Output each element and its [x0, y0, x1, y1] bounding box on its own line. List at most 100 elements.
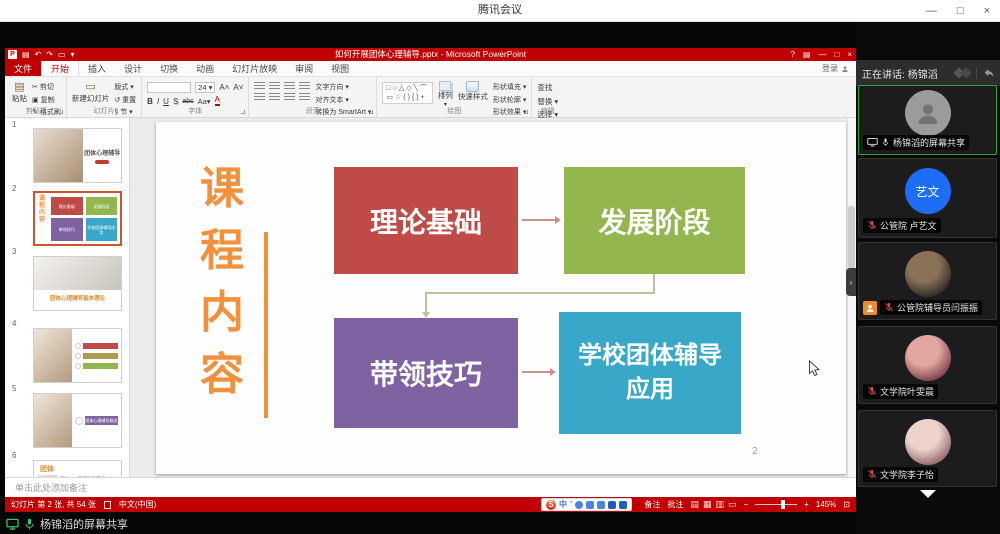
participant-tile-4[interactable]: 文学院叶雯晨	[858, 326, 997, 404]
dialog-launcher-icon[interactable]	[59, 110, 63, 114]
align-center-icon[interactable]	[269, 93, 280, 101]
shrink-font-button[interactable]: A˅	[233, 83, 243, 92]
slide-vertical-title[interactable]: 课程内容	[200, 158, 244, 406]
slide-box-application[interactable]: 学校团体辅导应用	[559, 312, 741, 434]
grow-font-button[interactable]: A˄	[219, 83, 229, 92]
minimize-icon[interactable]: —	[926, 5, 937, 17]
emoji-icon[interactable]	[575, 501, 583, 509]
dialog-launcher-icon[interactable]	[241, 110, 245, 114]
qat-customize-caret-icon[interactable]: ▾	[71, 48, 75, 61]
input-method-bar[interactable]: S 中 ’	[541, 498, 632, 511]
align-left-icon[interactable]	[254, 93, 265, 101]
participant-tile-1[interactable]: 杨锦滔的屏幕共享	[858, 85, 997, 155]
reset-button[interactable]: ↺ 重置	[114, 95, 136, 105]
zoom-slider[interactable]	[755, 504, 797, 505]
normal-view-icon[interactable]: ▤	[690, 500, 699, 509]
fit-to-window-icon[interactable]: ⊡	[843, 500, 850, 509]
tab-设计[interactable]: 设计	[115, 61, 151, 76]
ppt-restore-icon[interactable]: □	[834, 48, 839, 61]
italic-button[interactable]: I	[157, 97, 159, 106]
collapse-panel-icon[interactable]	[983, 68, 994, 78]
skin-icon[interactable]	[619, 501, 627, 509]
toolbox-icon[interactable]	[608, 501, 616, 509]
reading-view-icon[interactable]: ▥	[715, 500, 724, 509]
zoom-slider-thumb[interactable]	[781, 500, 785, 509]
slideshow-view-icon[interactable]: ▭	[728, 500, 737, 509]
slide-canvas[interactable]: 课程内容 理论基础 发展阶段 带领技巧 学校团体辅导应用	[156, 122, 846, 474]
scrollbar-thumb[interactable]	[848, 206, 855, 270]
tab-审阅[interactable]: 审阅	[286, 61, 322, 76]
slide-sorter-icon[interactable]: ▦	[703, 500, 712, 509]
zoom-level[interactable]: 145%	[816, 500, 836, 509]
language-indicator[interactable]: 中文(中国)	[119, 499, 156, 510]
text-shadow-button[interactable]: S	[173, 97, 178, 106]
ppt-minimize-icon[interactable]: —	[818, 48, 826, 61]
participant-tile-2[interactable]: 艺文公管院 卢艺文	[858, 158, 997, 238]
shapes-gallery[interactable]: □○△◇╲⌒ ▭☆(){}+	[382, 82, 432, 104]
zoom-out-icon[interactable]: −	[743, 500, 748, 509]
participant-tile-3[interactable]: 公管院辅导员闫振振	[858, 242, 997, 320]
gallery-view-icon[interactable]	[960, 67, 971, 78]
justify-icon[interactable]	[299, 93, 310, 101]
numbering-icon[interactable]	[269, 82, 280, 90]
font-size-box[interactable]: 24 ▾	[195, 82, 215, 93]
save-icon[interactable]: ▤	[22, 48, 30, 61]
dialog-launcher-icon[interactable]	[369, 110, 373, 114]
slide-thumbnail-5[interactable]: 团体心理辅导概述	[33, 393, 122, 448]
powerpoint-logo-icon[interactable]: P	[8, 50, 17, 59]
sidebar-collapse-handle[interactable]: ›	[846, 268, 856, 296]
sogou-logo-icon[interactable]: S	[546, 500, 556, 510]
slide-thumbnail-3[interactable]: 团体心理辅导基本理论	[33, 256, 122, 311]
text-direction-button[interactable]: 文字方向 ▾	[315, 82, 371, 92]
tab-切换[interactable]: 切换	[151, 61, 187, 76]
scroll-down-arrow[interactable]	[856, 490, 1000, 498]
notes-pane[interactable]: 单击此处添加备注	[5, 477, 856, 497]
start-slideshow-icon[interactable]: ▭	[58, 48, 66, 61]
layout-button[interactable]: 版式 ▾	[114, 82, 136, 92]
bold-button[interactable]: B	[147, 97, 153, 106]
slide-box-stages[interactable]: 发展阶段	[564, 167, 745, 274]
editor-scrollbar[interactable]	[847, 118, 856, 477]
slide-box-skills[interactable]: 带领技巧	[334, 318, 518, 428]
align-text-button[interactable]: 对齐文本 ▾	[315, 95, 371, 105]
shape-fill-button[interactable]: 形状填充 ▾	[493, 82, 526, 92]
shape-outline-button[interactable]: 形状轮廓 ▾	[493, 95, 526, 105]
keyboard-icon[interactable]	[597, 501, 605, 509]
undo-icon[interactable]: ↶	[35, 48, 42, 61]
font-color-button[interactable]: A	[215, 96, 220, 106]
paste-button[interactable]: ▤ 粘贴	[12, 80, 27, 103]
replace-button[interactable]: 替换 ▾	[537, 96, 558, 107]
close-icon[interactable]: ×	[984, 5, 990, 17]
comments-toggle-button[interactable]: 批注	[667, 499, 683, 510]
punctuation-icon[interactable]: ’	[570, 500, 572, 510]
find-button[interactable]: 查找	[537, 82, 558, 93]
chinese-mode-icon[interactable]: 中	[559, 500, 567, 510]
slide-box-theory[interactable]: 理论基础	[334, 167, 518, 274]
cut-button[interactable]: ✂ 剪切	[32, 82, 61, 92]
indent-decrease-icon[interactable]	[284, 82, 295, 90]
tab-幻灯片放映[interactable]: 幻灯片放映	[223, 61, 286, 76]
zoom-in-icon[interactable]: +	[804, 500, 809, 509]
strikethrough-button[interactable]: abc	[182, 98, 193, 105]
copy-button[interactable]: ▣ 复制	[32, 95, 61, 105]
slide-thumbnail-1[interactable]: 团体心理辅导	[33, 128, 122, 183]
notes-toggle-button[interactable]: 备注	[644, 499, 660, 510]
tab-插入[interactable]: 插入	[79, 61, 115, 76]
slide-thumbnail-2[interactable]: 课程内容理论基础发展阶段带领技巧学校团体辅导应用	[33, 191, 122, 246]
slide-thumbnail-6[interactable]: 团体团体：一般而言指两个以上的人组成，为了达到共同的目标，彼此相互依赖与互动的人…	[33, 460, 122, 477]
indent-increase-icon[interactable]	[299, 82, 310, 90]
ribbon-display-icon[interactable]: ▤	[803, 48, 811, 61]
font-name-box[interactable]	[147, 82, 191, 93]
align-right-icon[interactable]	[284, 93, 295, 101]
participant-tile-5[interactable]: 文学院李子怡	[858, 410, 997, 487]
tab-开始[interactable]: 开始	[41, 61, 79, 76]
ppt-close-icon[interactable]: ×	[847, 48, 852, 61]
help-icon[interactable]: ?	[790, 48, 794, 61]
redo-icon[interactable]: ↷	[46, 48, 53, 61]
new-slide-button[interactable]: ▭ 新建幻灯片	[72, 80, 110, 103]
slide-thumbnail-4[interactable]	[33, 328, 122, 383]
change-case-button[interactable]: Aa▾	[198, 97, 211, 106]
mic-input-icon[interactable]	[586, 501, 594, 509]
tab-文件[interactable]: 文件	[5, 61, 41, 76]
arrange-button[interactable]: 排列 ▾	[438, 80, 453, 109]
